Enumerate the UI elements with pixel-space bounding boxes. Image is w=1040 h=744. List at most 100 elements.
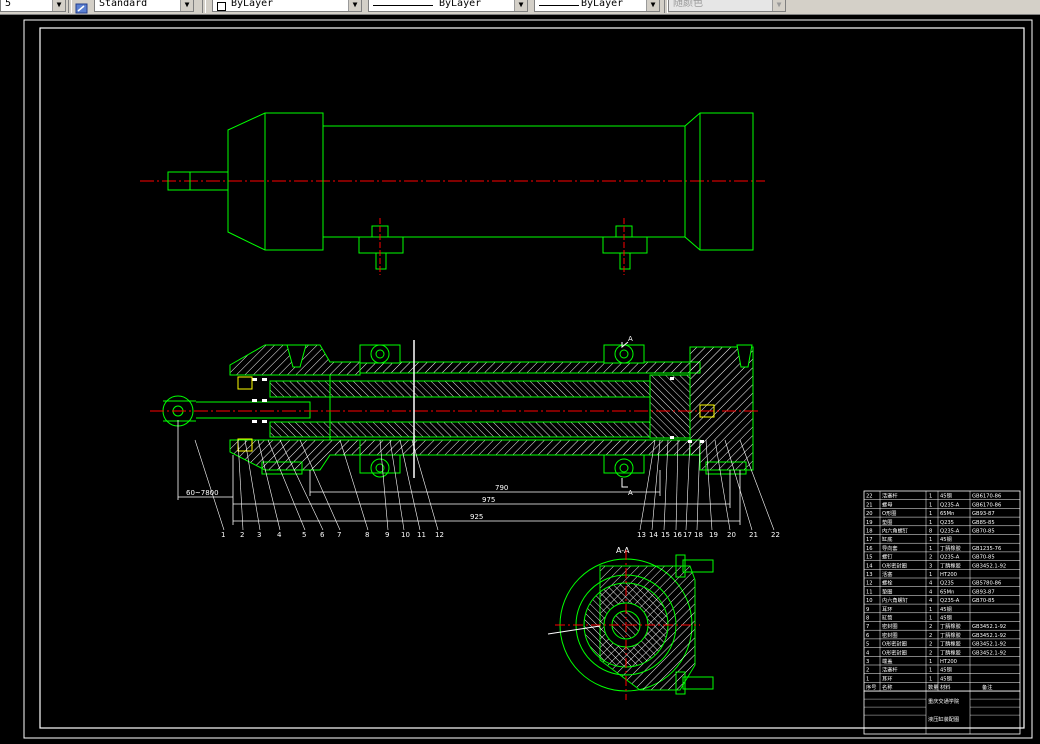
part-material: 65Mn xyxy=(940,511,954,517)
part-material: HT200 xyxy=(940,659,957,665)
part-name: 垫圈 xyxy=(882,587,892,595)
part-standard: GB70-85 xyxy=(972,555,995,561)
part-standard: GB70-85 xyxy=(972,598,995,604)
part-name: 内六角螺钉 xyxy=(882,527,908,535)
toolbar-separator xyxy=(68,0,72,13)
chevron-down-icon[interactable]: ▼ xyxy=(180,0,193,11)
part-number: 3 xyxy=(866,659,869,665)
part-name: 内六角螺钉 xyxy=(882,596,908,604)
part-material: Q235 xyxy=(940,581,954,587)
part-qty: 4 xyxy=(929,589,933,595)
chevron-down-icon[interactable]: ▼ xyxy=(772,0,785,11)
part-material: Q235-A xyxy=(940,502,960,508)
leader-number: 2 xyxy=(240,531,244,539)
previous-style-dropdown[interactable]: 5 ▼ xyxy=(0,0,66,12)
school-name: 重庆交通学院 xyxy=(928,697,960,705)
part-material: HT200 xyxy=(940,572,957,578)
part-number: 6 xyxy=(866,633,869,639)
leader-number: 13 xyxy=(637,531,646,539)
leader-number: 1 xyxy=(221,531,225,539)
part-standard: GB3452.1-92 xyxy=(972,563,1006,569)
part-number: 8 xyxy=(866,616,869,622)
part-material: Q235-A xyxy=(940,529,960,535)
plotstyle-control-dropdown[interactable]: 随颜色 ▼ xyxy=(668,0,786,12)
leader-number: 15 xyxy=(661,531,670,539)
part-name: O形密封圈 xyxy=(882,640,907,648)
part-qty: 1 xyxy=(929,668,932,674)
header-material: 材料 xyxy=(940,683,950,691)
part-name: 活塞杆 xyxy=(882,492,898,500)
part-material: Q235-A xyxy=(940,555,960,561)
part-number: 10 xyxy=(866,598,873,604)
part-name: 导向套 xyxy=(882,544,898,552)
part-qty: 4 xyxy=(929,598,933,604)
part-name: O形圈 xyxy=(882,509,896,517)
drawing-canvas[interactable]: A A 790 975 925 60~7800 A-A 22 活塞杆 1 45钢… xyxy=(0,14,1040,740)
chevron-down-icon[interactable]: ▼ xyxy=(514,0,527,11)
part-qty: 1 xyxy=(929,502,932,508)
part-name: 缸底 xyxy=(882,535,892,543)
color-control-dropdown[interactable]: ByLayer ▼ xyxy=(212,0,362,12)
part-name: O形密封圈 xyxy=(882,648,907,656)
plotstyle-control-value: 随颜色 xyxy=(673,0,703,9)
leader-number: 8 xyxy=(365,531,369,539)
dimension-790: 790 xyxy=(495,484,508,492)
text-style-dropdown[interactable]: Standard ▼ xyxy=(94,0,194,12)
part-qty: 1 xyxy=(929,607,932,613)
part-standard: GB70-85 xyxy=(972,529,995,535)
leader-number: 17 xyxy=(683,531,692,539)
part-number: 17 xyxy=(866,537,873,543)
linetype-preview-icon xyxy=(373,5,433,6)
header-name: 名称 xyxy=(882,683,892,691)
part-standard: GB6170-86 xyxy=(972,494,1001,500)
text-style-icon[interactable] xyxy=(75,0,89,14)
part-qty: 1 xyxy=(929,546,932,552)
part-qty: 1 xyxy=(929,572,932,578)
part-qty: 3 xyxy=(929,563,932,569)
part-number: 4 xyxy=(866,650,870,656)
linetype-control-value: ByLayer xyxy=(439,0,482,9)
part-qty: 1 xyxy=(929,511,932,517)
lineweight-control-value: ByLayer xyxy=(581,0,624,9)
part-qty: 1 xyxy=(929,494,932,500)
cut-marker-top: A xyxy=(628,335,633,343)
color-swatch-icon xyxy=(217,2,226,11)
part-number: 18 xyxy=(866,529,873,535)
part-standard: GB3452.1-92 xyxy=(972,650,1006,656)
leader-number: 3 xyxy=(257,531,261,539)
part-material: 45钢 xyxy=(940,666,952,674)
leader-number: 22 xyxy=(771,531,780,539)
part-name: 耳环 xyxy=(882,675,892,682)
part-qty: 1 xyxy=(929,537,932,543)
leader-number: 11 xyxy=(417,531,426,539)
leader-number: 5 xyxy=(302,531,306,539)
leader-number: 7 xyxy=(337,531,341,539)
leader-line xyxy=(739,439,775,531)
chevron-down-icon[interactable]: ▼ xyxy=(646,0,659,11)
leader-number: 6 xyxy=(320,531,325,539)
part-material: 45钢 xyxy=(940,492,952,500)
part-number: 22 xyxy=(866,494,873,500)
leader-number: 12 xyxy=(435,531,444,539)
part-standard: GB3452.1-92 xyxy=(972,642,1006,648)
cad-drawing: A A 790 975 925 60~7800 A-A 22 活塞杆 1 45钢… xyxy=(23,19,1033,739)
part-material: 45钢 xyxy=(940,614,952,622)
part-number: 14 xyxy=(866,563,873,569)
part-number: 9 xyxy=(866,607,869,613)
chevron-down-icon[interactable]: ▼ xyxy=(52,0,65,11)
part-qty: 2 xyxy=(929,650,932,656)
part-number: 5 xyxy=(866,642,869,648)
lineweight-control-dropdown[interactable]: ByLayer ▼ xyxy=(534,0,660,12)
leader-number: 18 xyxy=(694,531,703,539)
part-qty: 1 xyxy=(929,616,932,622)
leader-number: 21 xyxy=(749,531,758,539)
part-material: 丁腈橡胶 xyxy=(940,544,961,552)
part-number: 11 xyxy=(866,589,873,595)
part-standard: GB6170-86 xyxy=(972,502,1001,508)
linetype-control-dropdown[interactable]: ByLayer ▼ xyxy=(368,0,528,12)
chevron-down-icon[interactable]: ▼ xyxy=(348,0,361,11)
part-name: 活塞杆 xyxy=(882,666,898,674)
part-number: 12 xyxy=(866,581,873,587)
part-material: Q235 xyxy=(940,520,954,526)
dimension-stroke: 60~7800 xyxy=(186,489,219,497)
